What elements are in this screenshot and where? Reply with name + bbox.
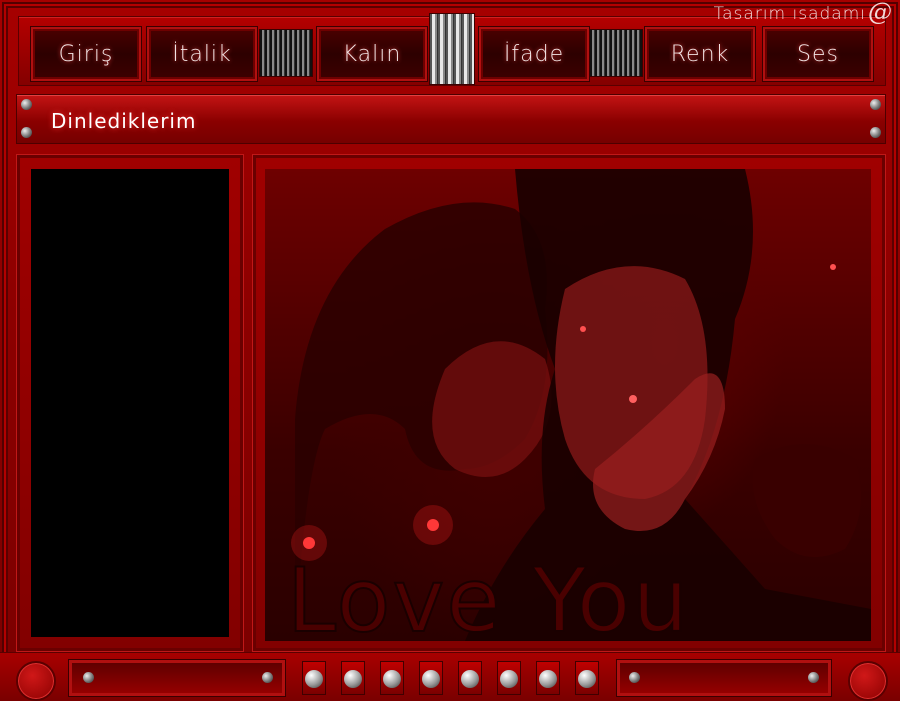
nav-label: İfade (503, 41, 565, 67)
rivet-icon (870, 127, 881, 138)
section-title: Dinlediklerim (51, 109, 197, 133)
section-header-bar: Dinlediklerim (16, 94, 886, 144)
nav-button-italik[interactable]: İtalik (147, 27, 257, 81)
brand-text: Tasarım ısadamı (713, 4, 866, 24)
control-knob[interactable] (575, 661, 599, 695)
control-knob[interactable] (341, 661, 365, 695)
nav-label: Ses (797, 41, 839, 67)
nav-label: İtalik (172, 41, 232, 67)
control-knob[interactable] (380, 661, 404, 695)
bottom-control-bar (0, 652, 900, 701)
nav-button-renk[interactable]: Renk (645, 27, 755, 81)
top-nav-bar: Giriş İtalik Kalın İfade Renk Ses (18, 13, 886, 86)
control-knob[interactable] (458, 661, 482, 695)
at-icon: @ (868, 0, 892, 26)
romantic-image: Love You (265, 169, 871, 641)
image-panel: Love You (252, 154, 886, 652)
grille-decoration (589, 29, 643, 77)
rivet-icon (21, 127, 32, 138)
rivet-icon (83, 672, 94, 683)
playlist-panel (16, 154, 244, 652)
control-knob[interactable] (302, 661, 326, 695)
playlist-area[interactable] (31, 169, 229, 637)
round-button-left[interactable] (16, 661, 56, 701)
rivet-icon (262, 672, 273, 683)
image-caption: Love You (286, 548, 691, 641)
rivet-icon (870, 99, 881, 110)
control-knob[interactable] (419, 661, 443, 695)
nav-button-ifade[interactable]: İfade (479, 27, 589, 81)
right-slider-track[interactable] (616, 659, 832, 697)
grille-decoration (429, 13, 475, 85)
nav-label: Renk (670, 41, 730, 67)
rivet-icon (21, 99, 32, 110)
nav-button-ses[interactable]: Ses (763, 27, 873, 81)
left-slider-track[interactable] (68, 659, 286, 697)
grille-decoration (259, 29, 313, 77)
nav-label: Kalın (342, 41, 402, 67)
round-button-right[interactable] (848, 661, 888, 701)
nav-button-kalin[interactable]: Kalın (317, 27, 427, 81)
rivet-icon (808, 672, 819, 683)
control-knob[interactable] (497, 661, 521, 695)
control-knob[interactable] (536, 661, 560, 695)
nav-button-giris[interactable]: Giriş (31, 27, 141, 81)
rivet-icon (629, 672, 640, 683)
nav-label: Giriş (58, 41, 114, 67)
